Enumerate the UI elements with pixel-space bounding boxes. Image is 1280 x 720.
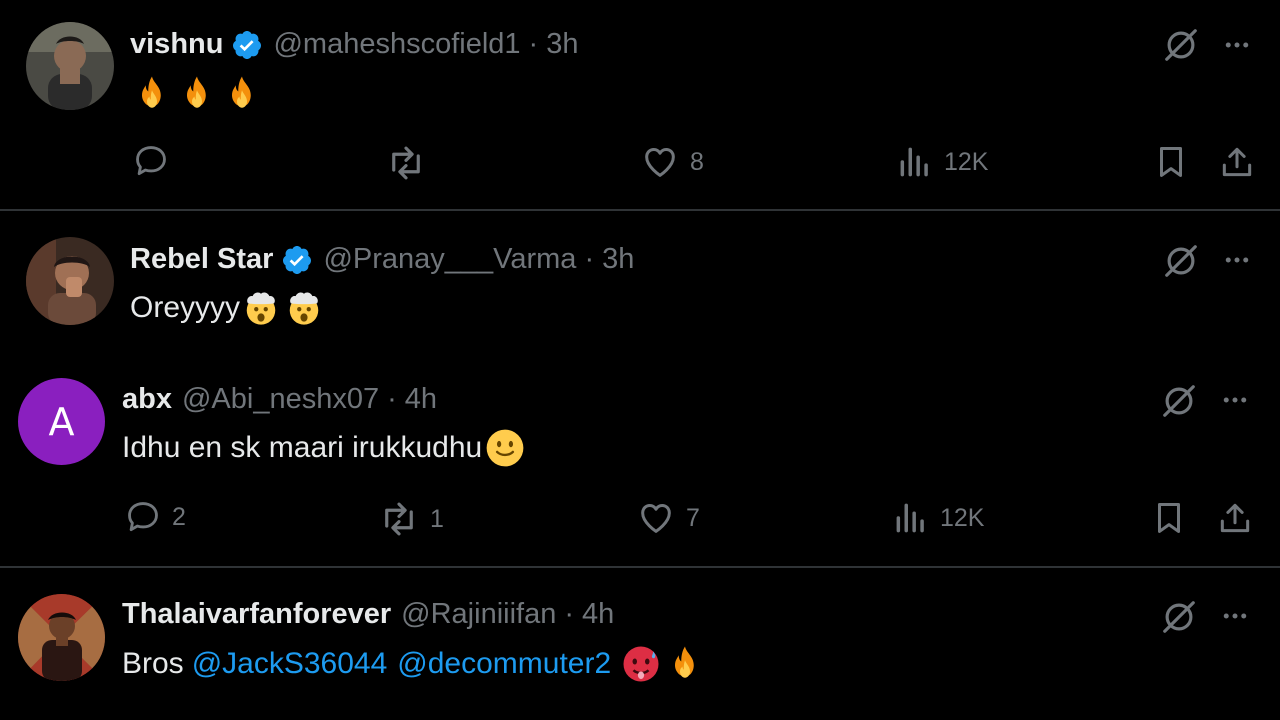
avatar[interactable] xyxy=(18,594,105,681)
bookmark-icon xyxy=(1150,498,1188,538)
user-handle[interactable]: @Rajiniiifan xyxy=(401,598,556,631)
more-options-icon[interactable] xyxy=(1218,385,1252,415)
fire-emoji xyxy=(132,74,172,114)
display-name[interactable]: abx xyxy=(122,383,172,416)
more-options-icon[interactable] xyxy=(1220,30,1254,60)
tweet[interactable]: Thalaivarfanforever @Rajiniiifan · 4h Br… xyxy=(0,568,1280,720)
mention-link[interactable]: @decommuter2 xyxy=(397,647,611,681)
divider xyxy=(0,209,1280,211)
tweet-text-content: Bros xyxy=(122,647,184,680)
reply-button[interactable] xyxy=(132,142,170,180)
share-icon xyxy=(1218,142,1256,182)
grok-icon[interactable] xyxy=(1160,598,1198,636)
timestamp[interactable]: 4h xyxy=(405,383,437,416)
tweet-text: Idhu en sk maari irukkudhu xyxy=(122,427,526,469)
views-button[interactable]: 12K xyxy=(896,142,988,182)
views-icon xyxy=(892,498,930,538)
display-name[interactable]: Thalaivarfanforever xyxy=(122,598,391,631)
like-button[interactable]: 7 xyxy=(636,498,700,538)
reply-icon xyxy=(132,142,170,180)
timestamp[interactable]: 3h xyxy=(546,28,578,61)
separator: · xyxy=(564,598,575,630)
slightly-smiling-face-emoji xyxy=(484,427,526,469)
share-button[interactable] xyxy=(1216,498,1254,538)
user-handle[interactable]: @Pranay___Varma xyxy=(323,243,576,276)
verified-badge-icon xyxy=(231,29,263,61)
repost-button[interactable] xyxy=(385,142,427,184)
avatar-letter: A xyxy=(48,399,75,444)
avatar[interactable]: A xyxy=(18,378,105,465)
hot-face-emoji xyxy=(621,644,661,684)
verified-badge-icon xyxy=(281,244,313,276)
exploding-head-emoji xyxy=(285,289,323,327)
display-name[interactable]: Rebel Star xyxy=(130,243,273,276)
tweet-actions: 8 12K xyxy=(0,142,1280,186)
tweet-text xyxy=(132,74,262,114)
user-handle[interactable]: @maheshscofield1 xyxy=(273,28,520,61)
bookmark-icon xyxy=(1152,142,1190,182)
like-count: 7 xyxy=(686,503,700,532)
views-icon xyxy=(896,142,934,182)
reply-icon xyxy=(124,498,162,536)
avatar[interactable] xyxy=(26,237,114,325)
separator: · xyxy=(584,243,595,275)
timestamp[interactable]: 4h xyxy=(582,598,614,631)
like-button[interactable]: 8 xyxy=(640,142,704,182)
fire-emoji xyxy=(177,74,217,114)
share-icon xyxy=(1216,498,1254,538)
heart-icon xyxy=(640,142,680,182)
separator: · xyxy=(387,383,397,415)
share-button[interactable] xyxy=(1218,142,1256,182)
tweet-actions: 2 1 7 12K xyxy=(0,498,1280,542)
reply-button[interactable]: 2 xyxy=(124,498,186,536)
tweet[interactable]: Rebel Star @Pranay___Varma · 3h Oreyyyy xyxy=(0,212,1280,362)
more-options-icon[interactable] xyxy=(1220,245,1254,275)
tweet-text-content: Oreyyyy xyxy=(130,291,241,324)
view-count: 12K xyxy=(940,503,985,532)
tweet-text-content: Idhu en sk maari irukkudhu xyxy=(122,431,483,464)
more-options-icon[interactable] xyxy=(1218,601,1252,631)
tweet-text: Bros @JackS36044 @decommuter2 xyxy=(122,644,705,684)
views-button[interactable]: 12K xyxy=(892,498,984,538)
reply-count: 2 xyxy=(172,502,186,531)
fire-emoji xyxy=(222,74,262,114)
view-count: 12K xyxy=(944,147,989,176)
bookmark-button[interactable] xyxy=(1152,142,1190,182)
separator: · xyxy=(528,28,539,60)
heart-icon xyxy=(636,498,676,538)
fire-emoji xyxy=(665,644,705,684)
grok-icon[interactable] xyxy=(1160,382,1198,420)
timestamp[interactable]: 3h xyxy=(602,243,634,276)
display-name[interactable]: vishnu xyxy=(130,28,223,61)
tweet-text: Oreyyyy xyxy=(130,288,323,328)
repost-icon xyxy=(378,498,420,540)
bookmark-button[interactable] xyxy=(1150,498,1188,538)
grok-icon[interactable] xyxy=(1162,26,1200,64)
like-count: 8 xyxy=(690,147,704,176)
repost-count: 1 xyxy=(430,504,444,533)
repost-icon xyxy=(385,142,427,184)
repost-button[interactable]: 1 xyxy=(378,498,444,540)
tweet[interactable]: A abx @Abi_neshx07 · 4h Idhu en sk maari… xyxy=(0,362,1280,566)
exploding-head-emoji xyxy=(242,289,280,327)
mention-link[interactable]: @JackS36044 xyxy=(192,647,388,681)
avatar[interactable] xyxy=(26,22,114,110)
tweet[interactable]: vishnu @maheshscofield1 · 3h 8 12K xyxy=(0,0,1280,210)
grok-icon[interactable] xyxy=(1162,242,1200,280)
user-handle[interactable]: @Abi_neshx07 xyxy=(182,383,379,416)
